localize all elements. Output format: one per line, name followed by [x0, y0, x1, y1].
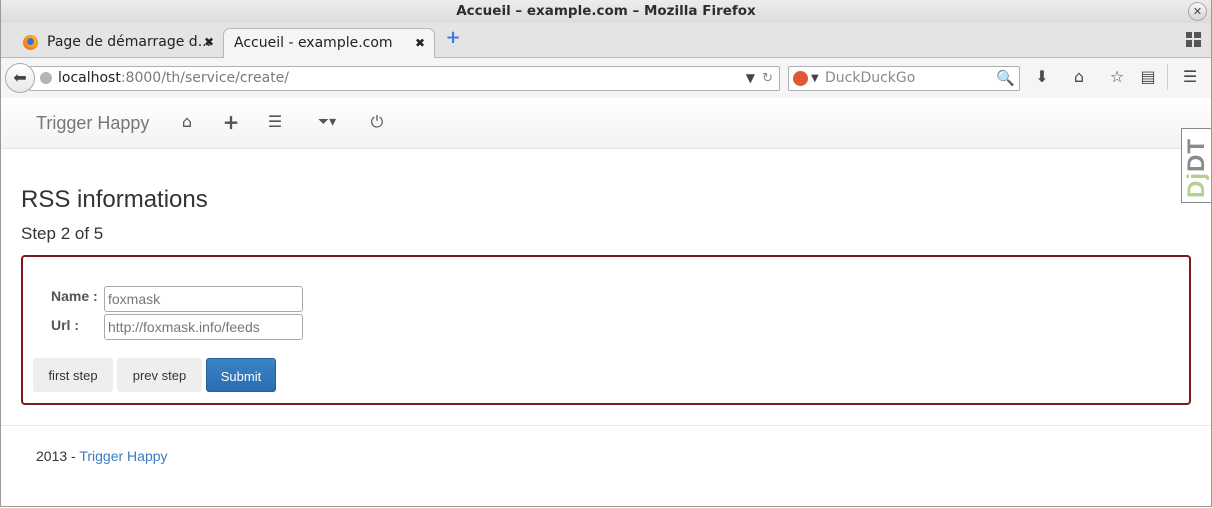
search-bar[interactable]: ▼ DuckDuckGo 🔍 — [788, 66, 1020, 91]
footer: 2013 - Trigger Happy — [36, 448, 168, 464]
tab-label: Accueil - example.com — [234, 35, 393, 51]
djdt-label-prefix: Dj — [1183, 172, 1210, 198]
firefox-icon — [23, 35, 38, 50]
url-bar[interactable]: localhost:8000/th/service/create/ ▼ ↻ — [29, 66, 780, 91]
search-engine-dropdown-icon[interactable]: ▼ — [811, 67, 819, 90]
search-icon[interactable]: 🔍 — [996, 67, 1015, 90]
search-placeholder: DuckDuckGo — [825, 70, 916, 86]
window-title: Accueil – example.com – Mozilla Firefox — [456, 3, 756, 19]
name-label: Name : — [51, 288, 98, 304]
app-navbar: Trigger Happy ⌂ + ☰ ⏷▾ ⏻ — [1, 98, 1211, 149]
url-label: Url : — [51, 317, 79, 333]
navigation-toolbar: ⬅ localhost:8000/th/service/create/ ▼ ↻ … — [1, 58, 1211, 99]
page-content: Trigger Happy ⌂ + ☰ ⏷▾ ⏻ DjDT RSS inform… — [1, 98, 1211, 506]
bookmark-star-icon[interactable]: ☆ — [1105, 65, 1129, 89]
first-step-button[interactable]: first step — [33, 358, 113, 392]
menu-icon[interactable]: ☰ — [1178, 65, 1202, 89]
bookmarks-list-icon[interactable]: ▤ — [1136, 65, 1160, 89]
footer-link[interactable]: Trigger Happy — [79, 448, 167, 464]
url-input[interactable] — [104, 314, 303, 340]
tab-accueil[interactable]: Accueil - example.com ✖ — [223, 28, 435, 58]
new-tab-button[interactable]: + — [443, 28, 463, 48]
home-icon[interactable]: ⌂ — [1067, 65, 1091, 89]
tab-label: Page de démarrage d... — [47, 34, 212, 50]
submit-button[interactable]: Submit — [206, 358, 276, 392]
prev-step-button[interactable]: prev step — [117, 358, 202, 392]
tasks-icon[interactable]: ☰ — [264, 111, 286, 133]
url-host: localhost — [58, 70, 121, 86]
globe-icon — [40, 72, 52, 84]
djdt-label-suffix: DT — [1183, 138, 1210, 172]
reload-icon[interactable]: ↻ — [762, 67, 773, 90]
brand-link[interactable]: Trigger Happy — [36, 98, 149, 148]
name-input[interactable] — [104, 286, 303, 312]
toolbar-separator — [1167, 64, 1168, 90]
rss-form: Name : Url : first step prev step Submit — [21, 255, 1191, 405]
step-indicator: Step 2 of 5 — [21, 224, 104, 243]
title-bar: Accueil – example.com – Mozilla Firefox … — [1, 0, 1211, 23]
duckduckgo-icon — [793, 71, 808, 86]
page-title: RSS informations — [21, 186, 208, 213]
djdt-label: DjDT — [1183, 138, 1211, 198]
power-icon[interactable]: ⏻ — [366, 111, 388, 133]
back-button[interactable]: ⬅ — [5, 63, 35, 93]
window-close-button[interactable]: ✕ — [1188, 2, 1207, 21]
tab-start-page[interactable]: Page de démarrage d... ✖ — [15, 28, 223, 57]
plus-icon[interactable]: + — [220, 111, 242, 133]
browser-window: Accueil – example.com – Mozilla Firefox … — [0, 0, 1212, 507]
tab-bar: Page de démarrage d... ✖ Accueil - examp… — [1, 23, 1211, 58]
tab-groups-icon[interactable] — [1186, 32, 1201, 47]
filter-icon[interactable]: ⏷▾ — [310, 111, 344, 133]
download-icon[interactable]: ⬇ — [1030, 65, 1054, 89]
close-icon[interactable]: ✖ — [204, 28, 214, 57]
url-path: :8000/th/service/create/ — [120, 70, 290, 86]
home-icon[interactable]: ⌂ — [176, 111, 198, 133]
footer-year: 2013 - — [36, 448, 80, 464]
close-icon[interactable]: ✖ — [415, 29, 425, 58]
chevron-down-icon[interactable]: ▼ — [746, 67, 755, 90]
footer-divider — [1, 425, 1211, 426]
django-debug-toolbar-handle[interactable]: DjDT — [1181, 128, 1211, 203]
